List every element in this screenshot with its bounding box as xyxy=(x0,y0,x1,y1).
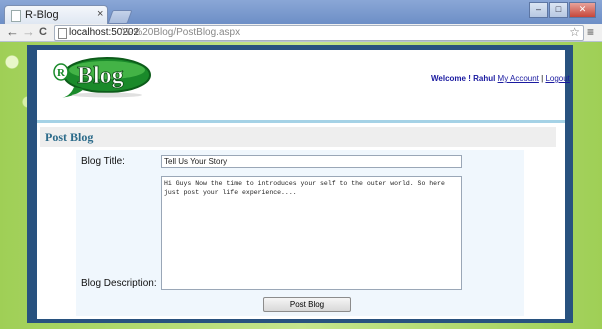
back-arrow-icon[interactable]: ← xyxy=(6,24,19,40)
address-bar[interactable]: localhost:50202 /R-%20Blog/PostBlog.aspx… xyxy=(54,25,584,41)
logo-prefix: R xyxy=(57,67,66,79)
new-tab-button[interactable] xyxy=(107,10,133,24)
my-account-link[interactable]: My Account xyxy=(498,74,539,83)
blog-title-input[interactable] xyxy=(161,155,462,168)
browser-toolbar: ← → C localhost:50202 /R-%20Blog/PostBlo… xyxy=(0,24,602,42)
maximize-button[interactable]: □ xyxy=(549,2,568,18)
header-divider xyxy=(37,120,565,123)
logout-link[interactable]: Logout xyxy=(545,74,569,83)
section-header: Post Blog xyxy=(40,127,556,147)
rblog-logo[interactable]: R Blog xyxy=(52,54,152,100)
page-title: Post Blog xyxy=(45,130,94,144)
user-welcome: Welcome ! Rahul My Account | Logout xyxy=(431,74,570,83)
post-blog-button[interactable]: Post Blog xyxy=(263,297,351,312)
browser-titlebar: R-Blog × – □ ✕ xyxy=(0,0,602,24)
address-path: /R-%20Blog/PostBlog.aspx xyxy=(120,27,241,38)
browser-tab[interactable]: R-Blog × xyxy=(4,5,108,24)
welcome-text: Welcome ! Rahul xyxy=(431,74,496,83)
blog-title-label: Blog Title: xyxy=(81,156,125,167)
forward-arrow-icon[interactable]: → xyxy=(22,24,35,40)
window-controls: – □ ✕ xyxy=(528,2,596,18)
tab-title: R-Blog xyxy=(25,9,59,21)
minimize-button[interactable]: – xyxy=(529,2,548,18)
tab-close-icon[interactable]: × xyxy=(97,8,103,20)
browser-menu-icon[interactable]: ≡ xyxy=(587,25,594,39)
page-icon xyxy=(58,28,67,39)
bookmark-star-icon[interactable]: ☆ xyxy=(569,25,580,39)
close-window-button[interactable]: ✕ xyxy=(569,2,596,18)
reload-icon[interactable]: C xyxy=(39,24,47,40)
page-favicon-icon xyxy=(11,10,21,22)
blog-description-textarea[interactable]: Hi Guys Now the time to introduces your … xyxy=(161,176,462,290)
logo-text: Blog xyxy=(77,63,124,89)
blog-description-label: Blog Description: xyxy=(81,278,157,289)
